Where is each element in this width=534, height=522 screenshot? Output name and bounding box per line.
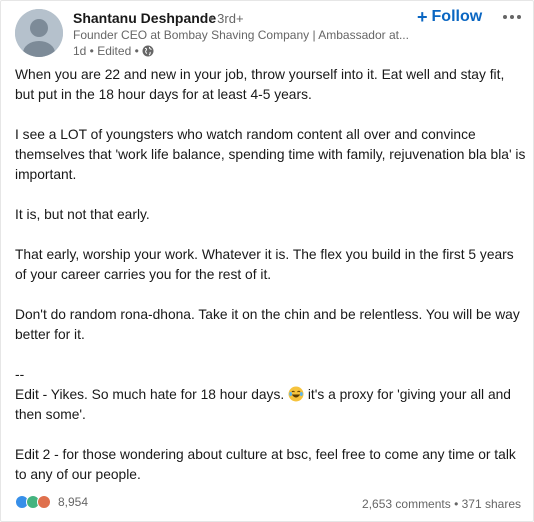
follow-button[interactable]: + Follow: [413, 6, 486, 28]
laughing-tears-emoji-icon: [288, 386, 304, 402]
globe-icon: [142, 45, 154, 57]
reaction-count: 8,954: [58, 495, 89, 509]
more-dot-icon: [503, 15, 507, 19]
comments-count-link[interactable]: 2,653 comments: [362, 497, 451, 511]
post-time-edited: 1d • Edited •: [73, 44, 139, 58]
stats-separator: •: [450, 497, 462, 511]
more-options-button[interactable]: [498, 7, 526, 27]
post-meta: 1d • Edited •: [73, 44, 154, 58]
post-paragraph: When you are 22 and new in your job, thr…: [15, 67, 505, 102]
love-icon: [37, 495, 51, 509]
post-paragraph: It is, but not that early.: [15, 207, 150, 222]
edit-1-before: Edit - Yikes. So much hate for 18 hour d…: [15, 387, 289, 402]
reactions-summary[interactable]: 8,954: [15, 495, 88, 509]
post-divider-text: --: [15, 367, 25, 382]
more-dot-icon: [517, 15, 521, 19]
author-avatar[interactable]: [15, 9, 63, 57]
post-paragraph: That early, worship your work. Whatever …: [15, 247, 514, 282]
connection-degree: • 3rd+: [209, 11, 244, 26]
post-paragraph: Don't do random rona-dhona. Take it on t…: [15, 307, 520, 342]
author-headline: Founder CEO at Bombay Shaving Company | …: [73, 28, 409, 42]
post-edit-1: Edit - Yikes. So much hate for 18 hour d…: [15, 385, 527, 425]
post-stats: 2,653 comments • 371 shares: [362, 497, 521, 511]
post-paragraph: I see a LOT of youngsters who watch rand…: [15, 127, 526, 182]
post-edit-2: Edit 2 - for those wondering about cultu…: [15, 447, 516, 482]
shares-count-link[interactable]: 371 shares: [462, 497, 521, 511]
plus-icon: +: [417, 7, 428, 27]
author-name[interactable]: Shantanu Deshpande: [73, 10, 216, 26]
more-dot-icon: [510, 15, 514, 19]
post-body: When you are 22 and new in your job, thr…: [15, 65, 527, 485]
reaction-icons: [15, 495, 51, 509]
post-card: Shantanu Deshpande • 3rd+ Founder CEO at…: [0, 0, 534, 522]
follow-label: Follow: [431, 8, 483, 25]
